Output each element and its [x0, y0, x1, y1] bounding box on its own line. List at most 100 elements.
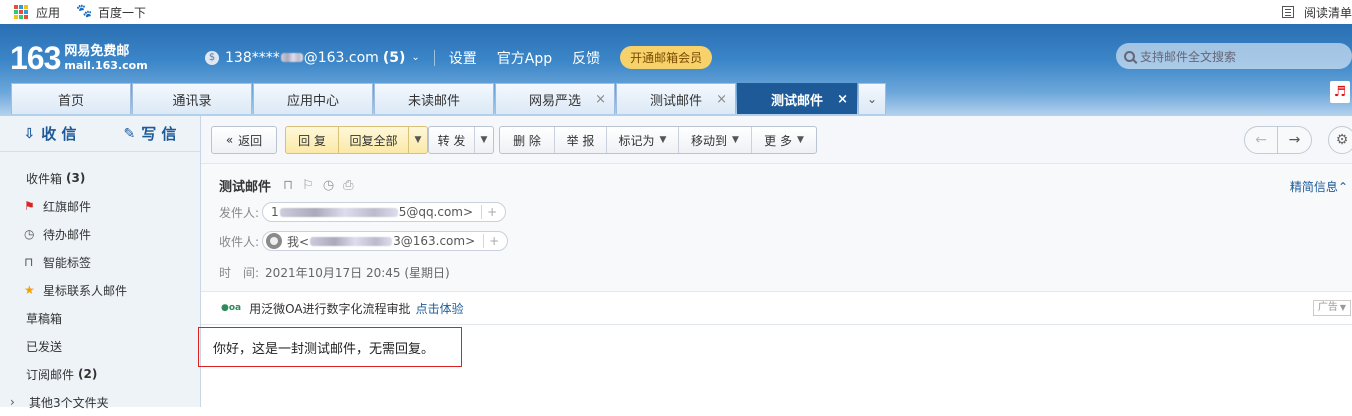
tab-app-center[interactable]: 应用中心 — [253, 83, 373, 114]
logo-domain: mail.163.com — [64, 58, 148, 72]
receive-button[interactable]: ⇩ 收 信 — [0, 123, 100, 144]
search-placeholder: 支持邮件全文搜索 — [1140, 49, 1237, 64]
folder-drafts[interactable]: 草稿箱 — [0, 304, 200, 332]
clock-icon[interactable]: ◷ — [323, 178, 334, 193]
chevron-down-icon: ▼ — [1339, 303, 1346, 312]
print-icon[interactable]: ⎙ — [343, 178, 353, 193]
account-area: $ 138**** @163.com (5) ⌄ 设置 官方App 反馈 开通邮… — [205, 46, 713, 69]
search-input[interactable]: 支持邮件全文搜索 — [1116, 43, 1352, 69]
add-contact-icon[interactable]: + — [483, 234, 499, 248]
bookmark-baidu[interactable]: 🐾 百度一下 — [76, 4, 146, 21]
mail-subject: 测试邮件 — [219, 180, 272, 195]
to-row: 收件人: 我< 3@163.com> + — [219, 231, 509, 251]
music-icon[interactable]: ♬ — [1330, 81, 1350, 103]
settings-link[interactable]: 设置 — [449, 48, 477, 68]
bookmarks-bar: 应用 🐾 百度一下 阅读清单 — [0, 0, 1352, 24]
tab-more-button[interactable]: ⌄ — [858, 83, 886, 114]
close-icon[interactable]: × — [716, 92, 727, 107]
bookmark-icon[interactable]: ⊓ — [283, 178, 293, 193]
mail-body: 你好，这是一封测试邮件，无需回复。 — [198, 327, 462, 367]
folder-others[interactable]: › 其他3个文件夹 — [0, 388, 200, 416]
forward-button[interactable]: 转 发 — [429, 127, 475, 153]
flag-icon[interactable]: ⚐ — [302, 178, 314, 193]
chevron-down-icon: ⌄ — [411, 52, 420, 63]
mail-subject-row: 测试邮件 ⊓ ⚐ ◷ ⎙ — [219, 176, 354, 195]
ad-tag-dropdown[interactable]: 广告 ▼ — [1312, 300, 1351, 316]
chevron-down-icon: ▼ — [480, 135, 488, 145]
mail-content: « 返回 回 复 回复全部 ▼ 转 发 ▼ 删 除 举 报 标记为 ▼ 移动到 ▼ … — [198, 116, 1352, 407]
folder-todo[interactable]: ◷ 待办邮件 — [0, 220, 200, 248]
bookmark-baidu-label: 百度一下 — [98, 5, 147, 20]
feedback-link[interactable]: 反馈 — [572, 48, 600, 68]
folder-list: 收件箱 (3) ⚑ 红旗邮件 ◷ 待办邮件 ⊓ 智能标签 ★ 星标联系人邮件 草稿… — [0, 152, 200, 416]
report-button[interactable]: 举 报 — [555, 127, 607, 153]
tab-bar: 首页 通讯录 应用中心 未读邮件 网易严选 × 测试邮件 × 测试邮件 × ⌄ — [11, 83, 886, 114]
sender-pill[interactable]: 1 5@qq.com> + — [262, 202, 507, 222]
next-mail-button[interactable]: → — [1278, 126, 1312, 154]
delete-button[interactable]: 删 除 — [500, 127, 555, 153]
compose-label: 写 信 — [141, 125, 177, 143]
tab-label: 测试邮件 — [770, 93, 823, 109]
tab-test-mail-active[interactable]: 测试邮件 × — [737, 83, 857, 114]
tab-contacts[interactable]: 通讯录 — [132, 83, 252, 114]
tab-test-mail[interactable]: 测试邮件 × — [616, 83, 736, 114]
arrow-right-icon: → — [1288, 132, 1301, 148]
tab-home[interactable]: 首页 — [11, 83, 131, 114]
account-prefix: 138**** — [225, 49, 280, 66]
gear-icon: ⚙ — [1335, 132, 1349, 148]
close-icon[interactable]: × — [837, 92, 848, 107]
reply-group: 回 复 回复全部 ▼ — [285, 126, 428, 154]
ad-text: 用泛微OA进行数字化流程审批 — [249, 301, 411, 316]
clock-icon: ◷ — [24, 227, 35, 241]
unread-count: (5) — [382, 49, 406, 66]
reply-dropdown[interactable]: ▼ — [409, 127, 427, 153]
reading-list-button[interactable]: 阅读清单 — [1281, 0, 1352, 24]
tab-label: 应用中心 — [286, 93, 339, 109]
logo[interactable]: 163 网易免费邮 mail.163.com — [10, 40, 148, 77]
folder-sent[interactable]: 已发送 — [0, 332, 200, 360]
account-dropdown[interactable]: 138**** @163.com (5) ⌄ — [225, 50, 420, 66]
chevron-up-icon: ⌃ — [1337, 180, 1348, 194]
forward-dropdown[interactable]: ▼ — [475, 127, 493, 153]
folder-starred-contacts[interactable]: ★ 星标联系人邮件 — [0, 276, 200, 304]
folder-inbox[interactable]: 收件箱 (3) — [0, 164, 200, 192]
reply-all-button[interactable]: 回复全部 — [339, 127, 409, 153]
chevron-down-icon: ▼ — [796, 135, 804, 145]
bookmark-apps-label: 应用 — [36, 5, 61, 20]
back-button[interactable]: « 返回 — [211, 126, 277, 154]
close-icon[interactable]: × — [595, 92, 606, 107]
mail-toolbar: « 返回 回 复 回复全部 ▼ 转 发 ▼ 删 除 举 报 标记为 ▼ 移动到 ▼ … — [201, 116, 1352, 164]
compose-bar: ⇩ 收 信 ✎ 写 信 — [0, 116, 200, 152]
folder-flagged[interactable]: ⚑ 红旗邮件 — [0, 192, 200, 220]
folder-smart-tags[interactable]: ⊓ 智能标签 — [0, 248, 200, 276]
move-to-button[interactable]: 移动到 ▼ — [679, 127, 752, 153]
red-flag-icon: ⚑ — [24, 199, 35, 213]
settings-button[interactable]: ⚙ — [1328, 126, 1352, 154]
recipient-pill[interactable]: 我< 3@163.com> + — [262, 231, 509, 251]
compose-button[interactable]: ✎ 写 信 — [100, 123, 200, 144]
from-row: 发件人: 1 5@qq.com> + — [219, 202, 507, 222]
previous-mail-button[interactable]: ← — [1244, 126, 1278, 154]
reply-button[interactable]: 回 复 — [286, 127, 339, 153]
tab-label: 网易严选 — [528, 93, 581, 109]
bookmark-apps[interactable]: 应用 — [14, 4, 60, 21]
download-icon: ⇩ — [23, 125, 36, 142]
mail-header-info: 测试邮件 ⊓ ⚐ ◷ ⎙ 精简信息⌃ 发件人: 1 5@qq.com> + 收件… — [201, 164, 1352, 292]
mark-as-button[interactable]: 标记为 ▼ — [607, 127, 679, 153]
account-suffix: @163.com — [303, 49, 379, 66]
sender-masked — [279, 207, 398, 217]
more-button[interactable]: 更 多 ▼ — [752, 127, 816, 153]
vip-button[interactable]: 开通邮箱会员 — [620, 46, 713, 69]
logo-title: 网易免费邮 — [64, 43, 130, 59]
from-label: 发件人: — [219, 205, 260, 220]
tab-yanxuan[interactable]: 网易严选 × — [495, 83, 615, 114]
time-value: 2021年10月17日 20:45 (星期日) — [265, 266, 450, 280]
add-contact-icon[interactable]: + — [481, 205, 497, 219]
tab-unread[interactable]: 未读邮件 — [374, 83, 494, 114]
official-app-link[interactable]: 官方App — [497, 48, 552, 68]
ad-link[interactable]: 点击体验 — [416, 300, 464, 317]
recipient-masked — [310, 236, 393, 246]
chevron-down-icon: ▼ — [659, 135, 667, 145]
toggle-details-link[interactable]: 精简信息⌃ — [1290, 178, 1348, 195]
folder-subscriptions[interactable]: 订阅邮件 (2) — [0, 360, 200, 388]
